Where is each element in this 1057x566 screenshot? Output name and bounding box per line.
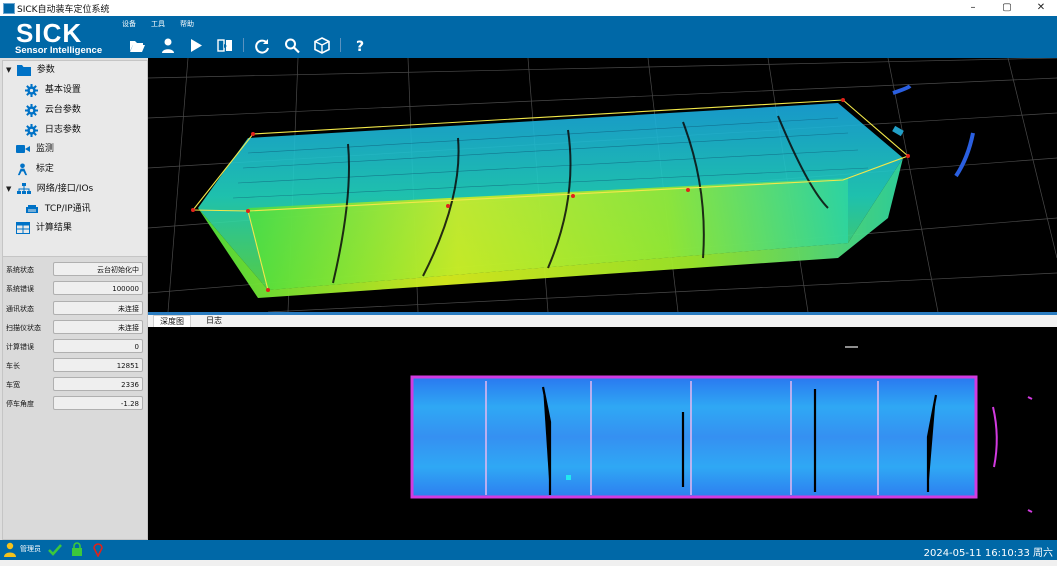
status-row: 车长 12851	[3, 358, 147, 374]
tree-label: 日志参数	[44, 125, 81, 135]
status-bar: 管理员 2024-05-11 16:10:33 周六	[0, 540, 1057, 560]
tree-label: TCP/IP通讯	[44, 204, 91, 214]
menu-tools[interactable]: 工具	[151, 19, 165, 29]
tab-log[interactable]: 日志	[200, 315, 228, 327]
stat-value: 100000	[53, 281, 143, 295]
tree-item-network[interactable]: ▼ 网络/接口/IOs	[6, 181, 93, 197]
status-row: 扫描仪状态 未连接	[3, 320, 147, 336]
datetime: 2024-05-11 16:10:33 周六	[923, 548, 1053, 559]
app-header: SICK Sensor Intelligence 设备 工具 帮助 ?	[0, 16, 1057, 58]
folder-icon	[16, 64, 31, 76]
location-pin-icon	[93, 543, 103, 557]
video-camera-icon	[16, 143, 30, 155]
stat-label: 系统错误	[6, 285, 34, 293]
expand-arrow-icon[interactable]: ▼	[6, 181, 14, 197]
book-icon[interactable]	[216, 37, 234, 54]
sick-logo: SICK Sensor Intelligence	[0, 16, 115, 58]
lock-icon	[72, 542, 82, 556]
table-icon	[16, 221, 30, 234]
maximize-button[interactable]: ▢	[992, 0, 1022, 16]
user-icon[interactable]	[159, 37, 177, 54]
close-button[interactable]: ✕	[1026, 0, 1056, 16]
depth-map-canvas	[410, 346, 1033, 513]
tree-item-log-params[interactable]: 日志参数	[25, 122, 81, 138]
status-row: 车宽 2336	[3, 377, 147, 393]
title-bar: SICK自动装车定位系统 – ▢ ✕	[0, 0, 1057, 16]
status-row: 计算错误 0	[3, 339, 147, 355]
tree-label: 网络/接口/IOs	[36, 184, 94, 194]
status-row: 通讯状态 未连接	[3, 301, 147, 317]
tree-label: 标定	[35, 164, 54, 174]
tree-item-results[interactable]: 计算结果	[16, 220, 72, 236]
stat-label: 通讯状态	[6, 305, 34, 313]
user-role: 管理员	[20, 545, 41, 553]
status-row: 系统错误 100000	[3, 281, 147, 297]
network-icon	[16, 182, 31, 195]
app-icon	[3, 3, 15, 14]
tree-label: 计算结果	[35, 223, 72, 233]
stat-label: 停车角度	[6, 400, 34, 408]
person-icon	[16, 162, 30, 175]
menu-help[interactable]: 帮助	[180, 19, 194, 29]
check-icon	[48, 544, 62, 556]
depth-map-view[interactable]	[148, 327, 1057, 540]
stat-label: 系统状态	[6, 266, 34, 274]
point-cloud-3d-view[interactable]	[148, 58, 1057, 312]
view-tabs: 深度图 日志	[148, 315, 1057, 328]
gear-icon	[25, 103, 39, 117]
logo-tagline: Sensor Intelligence	[15, 45, 103, 56]
ethernet-icon	[25, 203, 39, 215]
stat-value: 0	[53, 339, 143, 353]
admin-user-icon	[4, 542, 16, 557]
tree-label: 监测	[35, 144, 54, 154]
box-icon[interactable]	[313, 37, 331, 54]
gear-icon	[25, 123, 39, 137]
help-icon[interactable]: ?	[351, 37, 369, 55]
tree-label: 参数	[36, 65, 55, 75]
nav-tree: ▼ 参数 基本设置 云台参数 日志参数 监测 标定 ▼ 网络/接口/IOs TC…	[2, 60, 148, 257]
expand-arrow-icon[interactable]: ▼	[6, 62, 14, 78]
tree-item-params[interactable]: ▼ 参数	[6, 62, 55, 78]
bottom-strip	[0, 560, 1057, 566]
tree-label: 基本设置	[44, 85, 81, 95]
stat-label: 车长	[6, 362, 20, 370]
sidebar: ▼ 参数 基本设置 云台参数 日志参数 监测 标定 ▼ 网络/接口/IOs TC…	[0, 58, 148, 540]
point-cloud-canvas	[148, 58, 1057, 312]
toolbar-separator	[340, 38, 341, 52]
menu-device[interactable]: 设备	[122, 19, 136, 29]
status-row: 停车角度 -1.28	[3, 396, 147, 412]
stat-value: 2336	[53, 377, 143, 391]
stat-value: 未连接	[53, 320, 143, 334]
stat-value: 12851	[53, 358, 143, 372]
status-panel: 系统状态 云台初始化中 系统错误 100000 通讯状态 未连接 扫描仪状态 未…	[2, 256, 148, 540]
stat-value: 云台初始化中	[53, 262, 143, 276]
tree-item-tcpip[interactable]: TCP/IP通讯	[25, 201, 91, 217]
tree-item-calibrate[interactable]: 标定	[16, 161, 54, 177]
play-icon[interactable]	[187, 37, 205, 54]
toolbar-separator	[243, 38, 244, 52]
tree-item-ptz-params[interactable]: 云台参数	[25, 102, 81, 118]
search-icon[interactable]	[283, 37, 301, 54]
tree-label: 云台参数	[44, 105, 81, 115]
stat-label: 车宽	[6, 381, 20, 389]
status-row: 系统状态 云台初始化中	[3, 262, 147, 278]
minimize-button[interactable]: –	[958, 0, 988, 16]
stat-value: -1.28	[53, 396, 143, 410]
folder-open-icon[interactable]	[128, 37, 146, 54]
tree-item-basic-settings[interactable]: 基本设置	[25, 82, 81, 98]
refresh-icon[interactable]	[253, 37, 271, 54]
svg-text:?: ?	[356, 39, 364, 54]
stat-value: 未连接	[53, 301, 143, 315]
stat-label: 扫描仪状态	[6, 324, 41, 332]
stat-label: 计算错误	[6, 343, 34, 351]
tree-item-monitor[interactable]: 监测	[16, 141, 54, 157]
window-title: SICK自动装车定位系统	[17, 5, 110, 15]
gear-icon	[25, 83, 39, 97]
